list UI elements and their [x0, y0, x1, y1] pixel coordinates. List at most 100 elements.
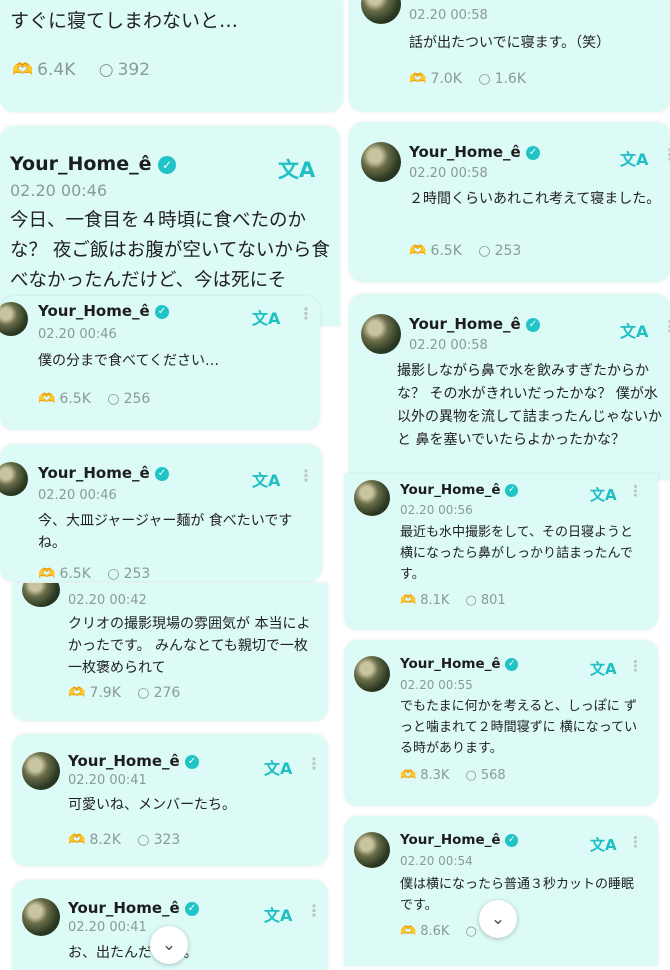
speech-bubble-icon[interactable]: ○ — [478, 243, 490, 259]
username-text: Your_Home_ê — [400, 482, 501, 498]
speech-bubble-icon[interactable]: ○ — [137, 685, 149, 701]
post-card: Your_Home_ê ✓ 文A ⋮ 02.20 00:56 最近も水中撮影をし… — [344, 474, 658, 630]
translate-icon[interactable]: 文A — [252, 467, 280, 491]
post-text: 最近も水中撮影をして、その日寝ようと 横になったら鼻がしっかり詰まったんです。 — [400, 525, 633, 582]
avatar[interactable] — [354, 656, 390, 692]
speech-bubble-icon[interactable]: ○ — [107, 391, 119, 407]
username[interactable]: Your_Home_ê ✓ — [400, 656, 519, 672]
avatar[interactable] — [22, 752, 60, 790]
translate-icon[interactable]: 文A — [264, 755, 292, 779]
heart-hands-icon[interactable]: 🫶 — [400, 593, 416, 608]
verified-badge-icon: ✓ — [154, 466, 169, 481]
more-options-icon[interactable]: ⋮ — [306, 756, 322, 772]
comments-count: 568 — [480, 768, 506, 783]
avatar[interactable] — [361, 314, 401, 354]
translate-icon[interactable]: 文A — [590, 834, 617, 855]
username[interactable]: Your_Home_ê ✓ — [68, 899, 199, 917]
username-text: Your_Home_ê — [68, 899, 180, 917]
translate-icon[interactable]: 文A — [590, 658, 617, 679]
username-text: Your_Home_ê — [68, 752, 180, 770]
avatar[interactable] — [361, 142, 401, 182]
speech-bubble-icon[interactable]: ○ — [466, 768, 477, 783]
translate-icon[interactable]: 文A — [278, 154, 315, 184]
more-options-icon[interactable]: ⋮ — [628, 835, 643, 850]
more-options-icon[interactable]: ⋮ — [662, 147, 670, 163]
avatar[interactable] — [0, 462, 28, 496]
expand-button[interactable]: ⌄ — [479, 900, 517, 938]
more-options-icon[interactable]: ⋮ — [662, 319, 670, 335]
avatar[interactable] — [354, 480, 390, 516]
post-text: でもたまに何かを考えると、しっぽに ずっと噛まれて２時間寝ずに 横になっている時… — [400, 699, 638, 756]
avatar[interactable] — [22, 583, 60, 607]
post-card: Your_Home_ê ✓ 文A ⋮ 02.20 00:55 でもたまに何かを考… — [344, 640, 658, 806]
translate-icon[interactable]: 文A — [620, 146, 648, 170]
likes-count: 6.4K — [37, 60, 76, 80]
heart-hands-icon[interactable]: 🫶 — [68, 832, 85, 848]
post-date: 02.20 00:56 — [400, 503, 473, 517]
chevron-down-icon: ⌄ — [490, 909, 506, 929]
post-text: クリオの撮影現場の雰囲気が 本当によかったです。 みんなとても親切で一枚一枚褒め… — [68, 616, 311, 676]
more-options-icon[interactable]: ⋮ — [298, 468, 314, 484]
comments-count: 276 — [153, 685, 181, 701]
translate-icon[interactable]: 文A — [620, 318, 648, 342]
speech-bubble-icon[interactable]: ○ — [478, 71, 490, 87]
post-date: 02.20 00:58 — [409, 338, 488, 353]
speech-bubble-icon[interactable]: ○ — [107, 566, 119, 582]
verified-badge-icon: ✓ — [154, 304, 169, 319]
comments-count: 801 — [480, 593, 506, 608]
post-card: Your_Home_ê ✓ 文A ⋮ 02.20 00:46 僕の分まで食べてく… — [0, 296, 320, 430]
avatar[interactable] — [354, 832, 390, 868]
heart-hands-icon[interactable]: 🫶 — [68, 685, 85, 701]
likes-count: 7.0K — [430, 71, 462, 87]
more-options-icon[interactable]: ⋮ — [298, 306, 314, 322]
heart-hands-icon[interactable]: 🫶 — [400, 768, 416, 783]
likes-count: 8.2K — [89, 832, 121, 848]
username-text: Your_Home_ê — [409, 143, 521, 161]
translate-icon[interactable]: 文A — [252, 305, 280, 329]
username[interactable]: Your_Home_ê ✓ — [10, 153, 177, 175]
avatar[interactable] — [0, 302, 28, 336]
username[interactable]: Your_Home_ê ✓ — [409, 143, 540, 161]
username[interactable]: Your_Home_ê ✓ — [400, 832, 519, 848]
post-text: 今、大皿ジャージャー麺が 食べたいですね。 — [38, 513, 293, 551]
username[interactable]: Your_Home_ê ✓ — [409, 315, 540, 333]
verified-badge-icon: ✓ — [158, 155, 177, 174]
username-text: Your_Home_ê — [38, 302, 150, 320]
username[interactable]: Your_Home_ê ✓ — [68, 752, 199, 770]
translate-icon[interactable]: 文A — [264, 902, 292, 926]
avatar[interactable] — [361, 0, 401, 24]
speech-bubble-icon[interactable]: ○ — [466, 924, 477, 939]
speech-bubble-icon[interactable]: ○ — [466, 593, 477, 608]
username[interactable]: Your_Home_ê ✓ — [38, 302, 169, 320]
more-options-icon[interactable]: ⋮ — [628, 659, 643, 674]
username[interactable]: Your_Home_ê ✓ — [400, 482, 519, 498]
speech-bubble-icon[interactable]: ○ — [137, 832, 149, 848]
comments-count: 392 — [117, 60, 151, 80]
post-stats: 🫶 8.2K ○ 323 — [68, 832, 180, 848]
username[interactable]: Your_Home_ê ✓ — [38, 464, 169, 482]
speech-bubble-icon[interactable]: ○ — [99, 60, 114, 80]
comments-count: 323 — [153, 832, 181, 848]
heart-hands-icon[interactable]: 🫶 — [12, 60, 33, 80]
verified-badge-icon: ✓ — [525, 317, 540, 332]
post-text: 撮影しながら鼻で水を飲みすぎたからかな？ その水がきれいだったかな？ 僕が水以外… — [397, 363, 663, 448]
post-date: 02.20 00:41 — [68, 920, 147, 935]
post-text: すぐに寝てしまわないと… — [10, 10, 239, 32]
post-stats: 🫶 8.6K ○ — [400, 924, 481, 939]
post-stats: 🫶 6.5K ○ 253 — [409, 243, 521, 259]
heart-hands-icon[interactable]: 🫶 — [38, 391, 55, 407]
translate-icon[interactable]: 文A — [590, 484, 617, 505]
avatar[interactable] — [22, 898, 60, 936]
likes-count: 8.6K — [420, 924, 450, 939]
comments-count: 256 — [123, 391, 151, 407]
heart-hands-icon[interactable]: 🫶 — [409, 71, 426, 87]
more-options-icon[interactable]: ⋮ — [628, 484, 643, 499]
likes-count: 6.5K — [59, 566, 91, 582]
heart-hands-icon[interactable]: 🫶 — [400, 924, 416, 939]
heart-hands-icon[interactable]: 🫶 — [38, 566, 55, 582]
heart-hands-icon[interactable]: 🫶 — [409, 243, 426, 259]
more-options-icon[interactable]: ⋮ — [306, 903, 322, 919]
post-stats: 🫶 8.1K ○ 801 — [400, 593, 506, 608]
likes-count: 7.9K — [89, 685, 121, 701]
expand-button[interactable]: ⌄ — [150, 926, 188, 964]
